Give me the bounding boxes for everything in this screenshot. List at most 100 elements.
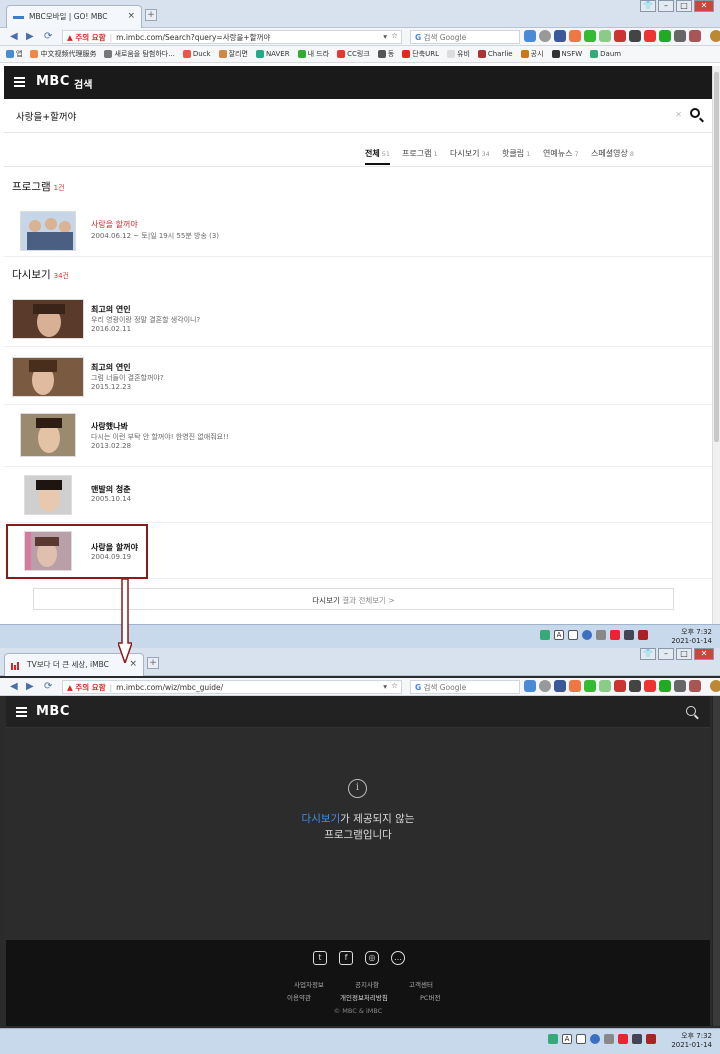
extension-icon[interactable] [659, 30, 671, 42]
tab-program[interactable]: 프로그램 1 [402, 148, 438, 159]
security-warning[interactable]: ▲ 주의 요함 [67, 33, 106, 42]
forward-icon[interactable]: ▶ [26, 681, 34, 692]
extension-icon[interactable] [644, 680, 656, 692]
back-icon[interactable]: ◀ [10, 31, 18, 42]
list-item[interactable]: 사랑했나봐 다시는 이런 부탁 안 할꺼야! 한영진 없애줘요!! 2013.0… [4, 407, 712, 467]
hamburger-menu-icon[interactable] [14, 77, 25, 87]
tray-icon[interactable] [604, 1034, 614, 1044]
dropdown-icon[interactable]: ▾ [383, 32, 387, 41]
extension-icon[interactable] [539, 30, 551, 42]
new-tab-button[interactable]: + [147, 657, 159, 669]
profile-icon[interactable]: 👕 [640, 0, 656, 12]
bookmark-item[interactable]: 내 드라 [297, 49, 329, 59]
close-window-button[interactable]: ✕ [694, 0, 714, 12]
mbc-logo[interactable]: MBC [36, 74, 70, 89]
extension-icon[interactable] [614, 30, 626, 42]
tab-hotclip[interactable]: 핫클립 1 [502, 148, 530, 159]
mbc-logo[interactable]: MBC [36, 704, 70, 719]
minimize-button[interactable]: – [658, 0, 674, 12]
close-window-button[interactable]: ✕ [694, 648, 714, 660]
maximize-button[interactable]: □ [676, 0, 692, 12]
security-warning[interactable]: ▲ 주의 요함 [67, 683, 106, 692]
profile-icon[interactable]: 👕 [640, 648, 656, 660]
extension-icon[interactable] [539, 680, 551, 692]
close-tab-icon[interactable]: × [127, 11, 135, 21]
bookmark-star-icon[interactable]: ☆ [391, 31, 398, 40]
search-box[interactable]: 사랑을+할꺼야 ✕ [4, 99, 712, 133]
reload-icon[interactable]: ⟳ [44, 681, 52, 692]
replay-thumbnail[interactable] [12, 357, 84, 397]
tray-icon[interactable] [646, 1034, 656, 1044]
bookmark-item[interactable]: NAVER [255, 49, 290, 59]
google-search-field[interactable]: G 검색 Google [410, 680, 520, 694]
home-icon[interactable] [524, 30, 536, 42]
clear-icon[interactable]: ✕ [675, 110, 682, 119]
help-icon[interactable] [582, 630, 592, 640]
forward-icon[interactable]: ▶ [26, 31, 34, 42]
search-icon[interactable] [686, 706, 696, 716]
bookmark-item[interactable]: NSFW [551, 49, 582, 59]
search-input[interactable]: 사랑을+할꺼야 [16, 109, 76, 123]
replay-title[interactable]: 맨발의 청춘 [91, 484, 131, 495]
replay-title[interactable]: 최고의 연인 [91, 362, 131, 373]
bookmark-item[interactable]: 中文视频代理服务 [30, 49, 96, 59]
extension-icon[interactable] [689, 30, 701, 42]
bookmark-item[interactable]: 새로움을 탐험하다... [104, 49, 175, 59]
hamburger-menu-icon[interactable] [16, 707, 27, 717]
line-icon[interactable]: … [391, 951, 405, 965]
network-icon[interactable] [540, 630, 550, 640]
replay-title[interactable]: 최고의 연인 [91, 304, 131, 315]
extension-icon[interactable] [599, 680, 611, 692]
tray-icon[interactable] [610, 630, 620, 640]
extension-icon[interactable] [674, 680, 686, 692]
volume-icon[interactable] [624, 630, 634, 640]
replay-thumbnail[interactable] [20, 413, 76, 457]
tab-replay[interactable]: 다시보기 34 [450, 148, 490, 159]
extension-icon[interactable] [629, 680, 641, 692]
help-icon[interactable] [590, 1034, 600, 1044]
bookmark-item[interactable]: 동 [377, 49, 394, 59]
facebook-icon[interactable]: f [339, 951, 353, 965]
program-item[interactable]: 사랑을 할꺼야 2004.06.12 ~ 토|일 19시 55분 방송 (3) [4, 203, 712, 257]
list-item[interactable]: 최고의 연인 우리 영광이랑 정말 결혼할 생각이니? 2016.02.11 [4, 291, 712, 347]
list-item[interactable]: 최고의 연인 그럼 너들이 결혼할꺼야? 2015.12.23 [4, 349, 712, 405]
bookmark-item[interactable]: Daum [590, 49, 621, 59]
program-thumbnail[interactable] [20, 211, 76, 251]
footer-link-privacy[interactable]: 개인정보처리방침 [340, 992, 388, 1002]
tray-icon[interactable] [638, 630, 648, 640]
ime-icon[interactable]: A [562, 1034, 572, 1044]
bookmark-item[interactable]: 앱 [6, 49, 22, 59]
extension-icon[interactable] [629, 30, 641, 42]
extension-icon[interactable] [569, 680, 581, 692]
reload-icon[interactable]: ⟳ [44, 31, 52, 42]
ime-icon[interactable]: A [554, 630, 564, 640]
extension-icon[interactable] [584, 30, 596, 42]
bookmark-item[interactable]: Duck [182, 49, 211, 59]
minimize-button[interactable]: – [658, 648, 674, 660]
extension-icon[interactable] [584, 680, 596, 692]
bookmark-item[interactable]: 유비 [447, 49, 470, 59]
url-field[interactable]: ▲ 주의 요함 | m.imbc.com/wiz/mbc_guide/ ▾ ☆ [62, 680, 402, 694]
extension-icon[interactable] [599, 30, 611, 42]
footer-link-support[interactable]: 고객센터 [409, 979, 433, 989]
maximize-button[interactable]: □ [676, 648, 692, 660]
extension-icon[interactable] [689, 680, 701, 692]
replay-thumbnail[interactable] [12, 299, 84, 339]
extension-icon[interactable] [659, 680, 671, 692]
footer-link-pc[interactable]: PC버전 [420, 992, 440, 1002]
google-search-field[interactable]: G 검색 Google [410, 30, 520, 44]
replay-title[interactable]: 사랑했나봐 [91, 421, 128, 432]
footer-link-business[interactable]: 사업자정보 [294, 979, 324, 989]
volume-icon[interactable] [632, 1034, 642, 1044]
avatar[interactable] [710, 680, 720, 692]
bookmark-item[interactable]: CC링크 [337, 49, 370, 59]
bookmark-item[interactable]: 단축URL [402, 49, 439, 59]
list-item[interactable]: 맨발의 청춘 2005.10.14 [4, 467, 712, 523]
avatar[interactable] [710, 30, 720, 42]
bookmark-item[interactable]: 공시 [520, 49, 544, 59]
tab-all[interactable]: 전체 51 [365, 148, 391, 165]
network-icon[interactable] [548, 1034, 558, 1044]
bookmark-item[interactable]: 잘리면 [218, 49, 248, 59]
tab-ent-news[interactable]: 연예뉴스 7 [543, 148, 579, 159]
url-field[interactable]: ▲ 주의 요함 | m.imbc.com/Search?query=사랑을+할꺼야 … [62, 30, 402, 44]
